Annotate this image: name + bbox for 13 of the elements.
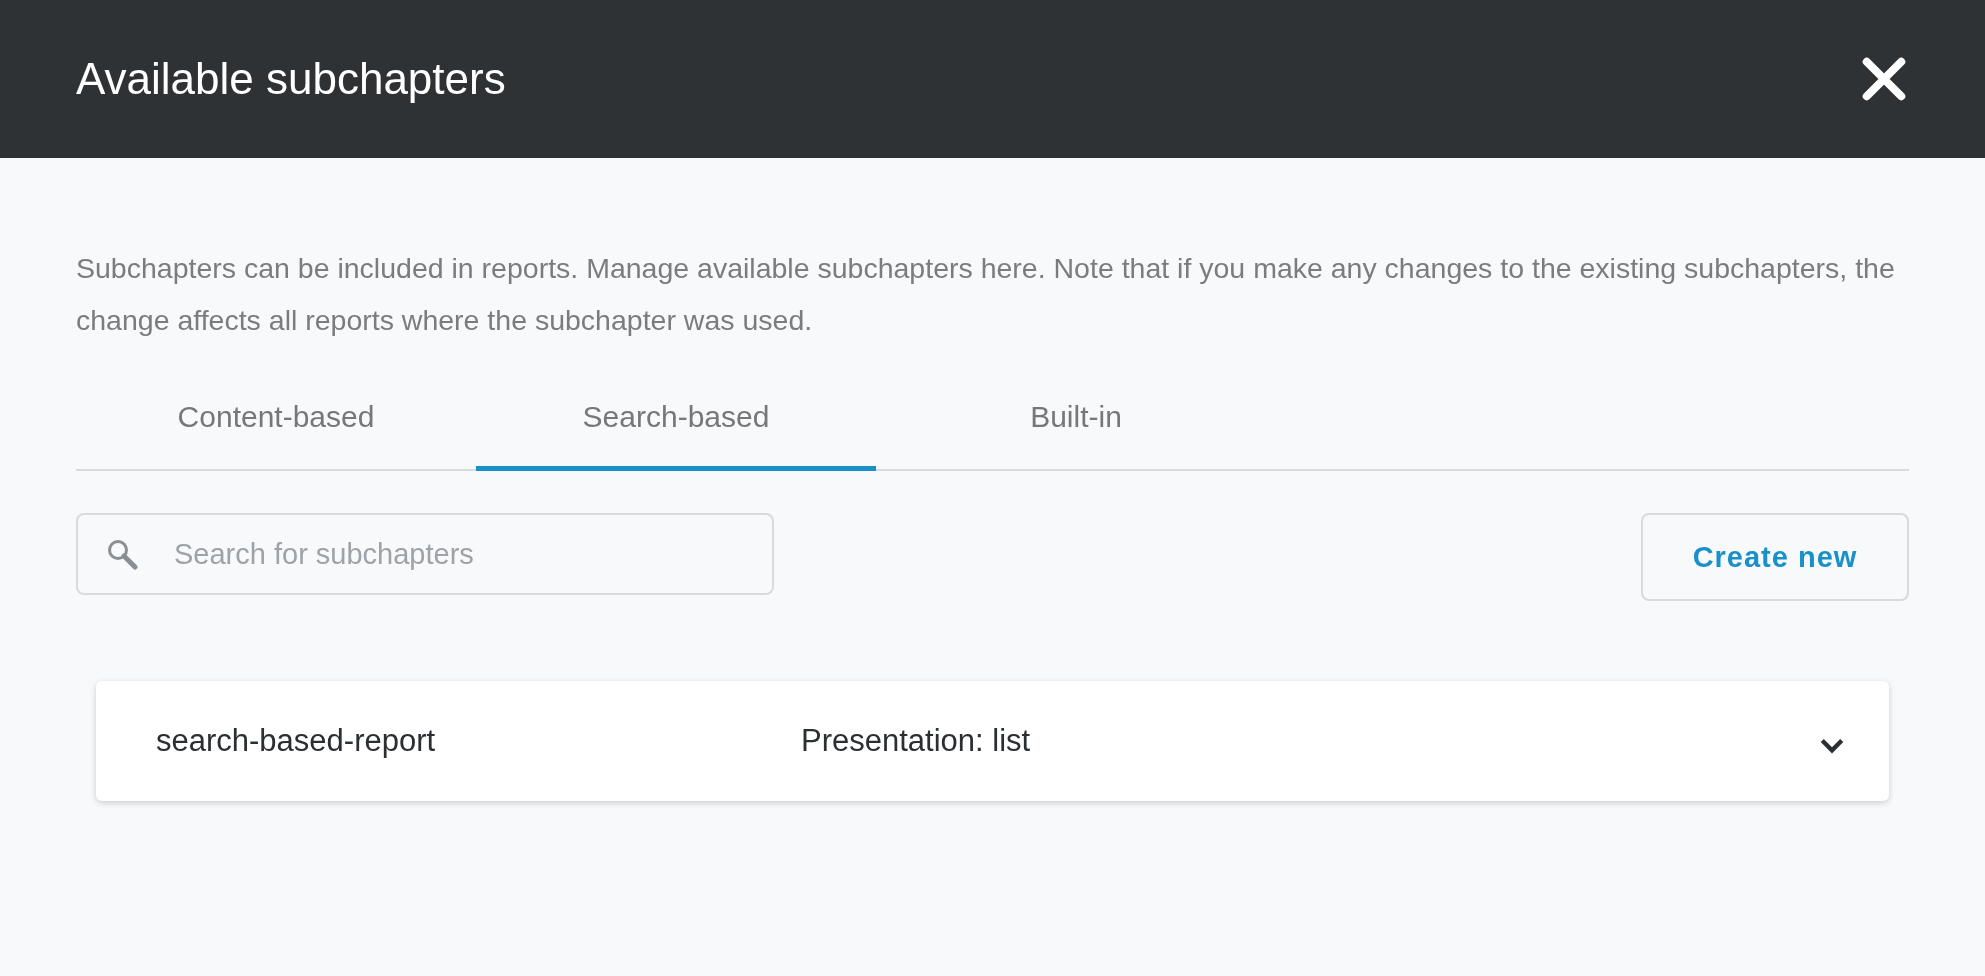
subchapter-card[interactable]: search-based-report Presentation: list <box>96 681 1889 801</box>
description-text: Subchapters can be included in reports. Manage available subchapters here. Note that if you make any changes to the existing subchapters, the change affects all reports where the subchapter was used. <box>76 251 1896 338</box>
dialog-title: Available subchapters <box>76 54 506 104</box>
chevron-icon[interactable] <box>1819 737 1845 755</box>
create-new-button[interactable]: Create new <box>1641 513 1909 601</box>
tab[interactable]: Content-based <box>76 378 476 471</box>
close-icon[interactable] <box>1861 56 1907 102</box>
tab[interactable]: Built-in <box>876 378 1276 471</box>
search-field[interactable]: Search for subchapters <box>76 513 774 595</box>
tab[interactable]: Search-based <box>476 378 876 471</box>
subchapter-name: search-based-report <box>156 723 437 759</box>
subchapter-presentation: Presentation: list <box>801 723 1032 759</box>
search-icon <box>106 538 138 570</box>
